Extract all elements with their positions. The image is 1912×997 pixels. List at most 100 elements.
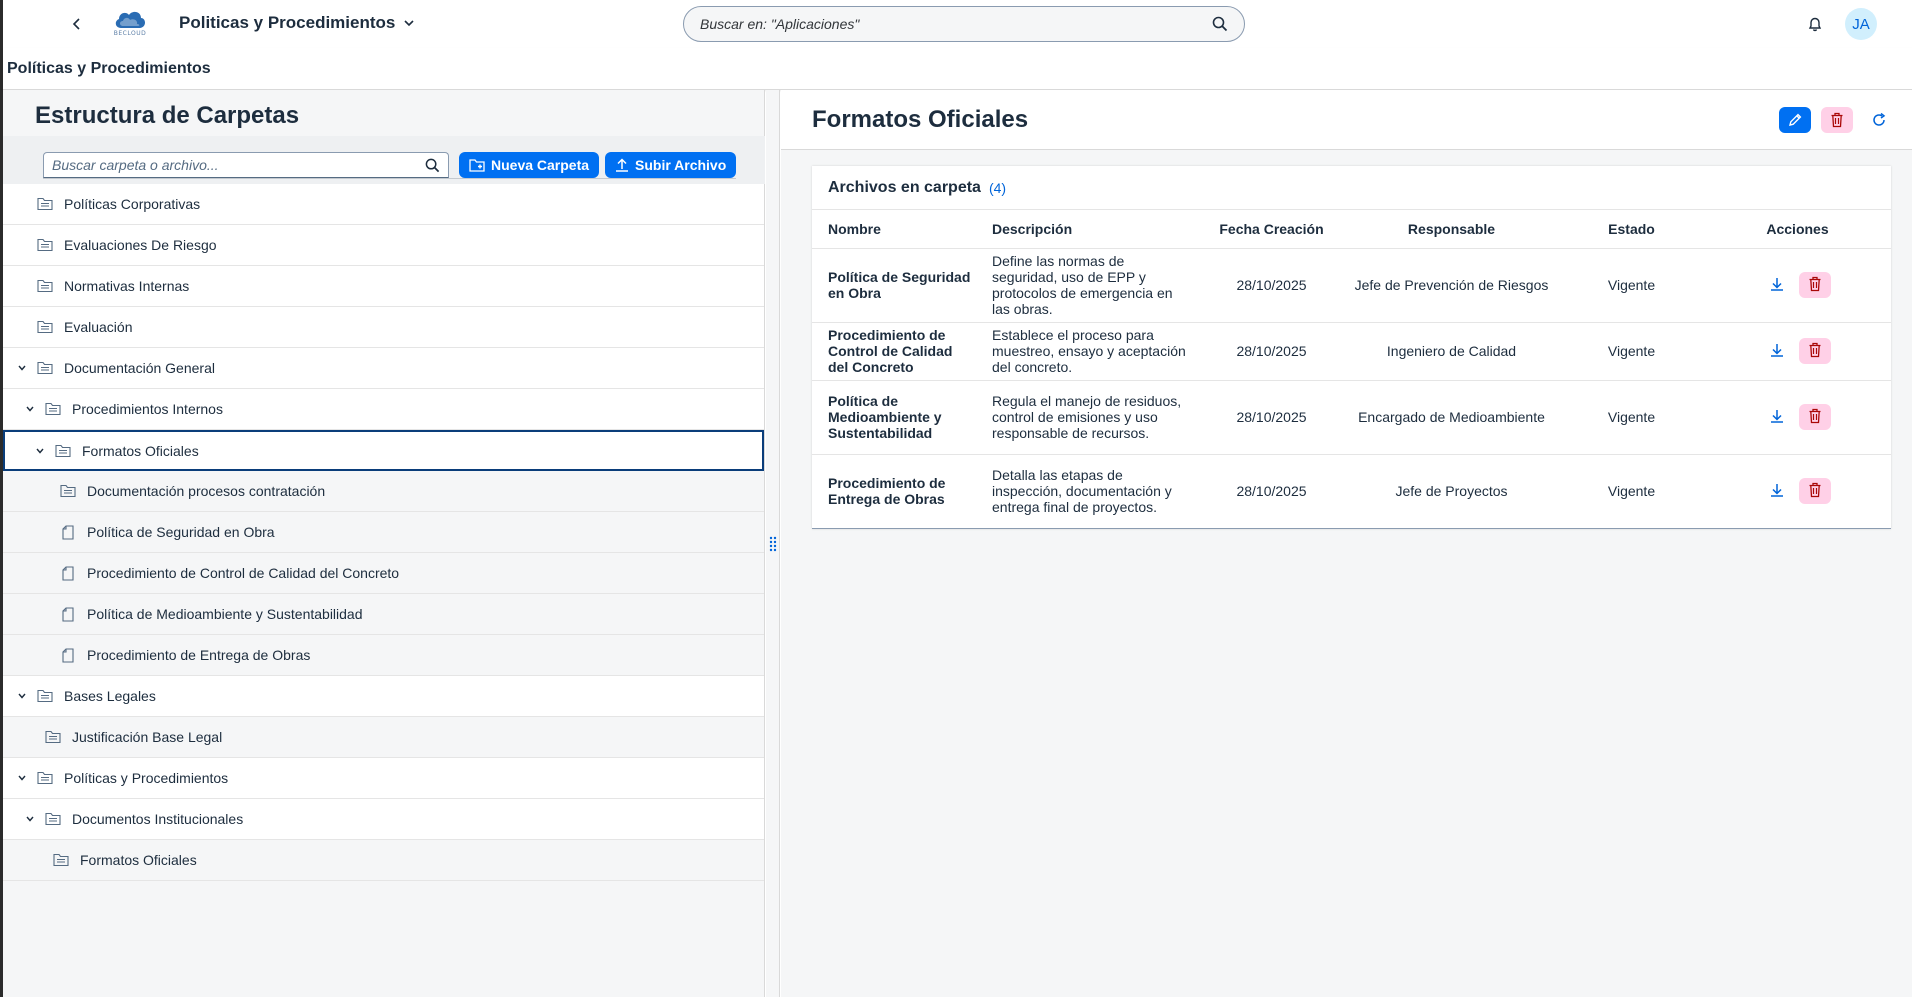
tree-item-folder[interactable]: Procedimientos Internos — [3, 389, 764, 430]
search-icon[interactable] — [1212, 16, 1228, 32]
trash-icon — [1808, 276, 1822, 295]
folder-detail-panel: Formatos Oficiales Archivos en carpeta (… — [781, 90, 1912, 997]
tree-item-label: Documentación General — [64, 360, 215, 376]
column-header-description[interactable]: Descripción — [984, 210, 1199, 249]
tree-item-folder[interactable]: Bases Legales — [3, 676, 764, 717]
chevron-down-icon[interactable] — [33, 444, 47, 458]
tree-search-input[interactable] — [52, 157, 425, 173]
logo-text: BECLOUD — [113, 30, 147, 37]
files-card: Archivos en carpeta (4) Nombre Descripci… — [812, 166, 1891, 529]
file-actions — [1704, 248, 1891, 323]
notifications-button[interactable] — [1803, 12, 1827, 36]
tree-item-file[interactable]: Política de Medioambiente y Sustentabili… — [3, 594, 764, 635]
delete-folder-button[interactable] — [1821, 107, 1853, 133]
tree-item-label: Justificación Base Legal — [72, 729, 223, 745]
tree-item-file[interactable]: Política de Seguridad en Obra — [3, 512, 764, 553]
tree-item-folder[interactable]: Políticas y Procedimientos — [3, 758, 764, 799]
download-icon — [1769, 276, 1785, 295]
search-icon[interactable] — [425, 158, 440, 173]
folder-icon — [59, 482, 77, 500]
back-button[interactable] — [65, 12, 89, 36]
files-table: Nombre Descripción Fecha Creación Respon… — [812, 210, 1891, 529]
folder-structure-title: Estructura de Carpetas — [35, 102, 300, 129]
shell-search-input[interactable] — [700, 16, 1212, 32]
tree-item-folder[interactable]: Formatos Oficiales — [3, 430, 764, 471]
chevron-down-icon[interactable] — [23, 402, 37, 416]
download-button[interactable] — [1765, 405, 1789, 429]
file-actions — [1704, 380, 1891, 455]
tree-item-folder[interactable]: Documentación procesos contratación — [3, 471, 764, 512]
download-button[interactable] — [1765, 479, 1789, 503]
edit-folder-button[interactable] — [1779, 107, 1811, 133]
drag-handle-icon[interactable] — [769, 536, 777, 552]
column-header-name[interactable]: Nombre — [812, 210, 984, 249]
chevron-down-icon[interactable] — [15, 361, 29, 375]
tree-item-label: Bases Legales — [64, 688, 156, 704]
column-header-owner[interactable]: Responsable — [1344, 210, 1559, 249]
tree-item-folder[interactable]: Evaluación — [3, 307, 764, 348]
chevron-down-icon[interactable] — [23, 812, 37, 826]
tree-item-folder[interactable]: Formatos Oficiales — [3, 840, 764, 881]
tree-item-folder[interactable]: Justificación Base Legal — [3, 717, 764, 758]
tree-item-folder[interactable]: Normativas Internas — [3, 266, 764, 307]
tree-item-label: Documentación procesos contratación — [87, 483, 326, 499]
download-icon — [1769, 482, 1785, 501]
file-description: Define las normas de seguridad, uso de E… — [984, 248, 1199, 323]
file-status: Vigente — [1559, 380, 1704, 455]
trash-icon — [1808, 408, 1822, 427]
delete-file-button[interactable] — [1798, 478, 1831, 504]
panel-splitter[interactable] — [766, 90, 780, 997]
download-button[interactable] — [1765, 339, 1789, 363]
file-description: Establece el proceso para muestreo, ensa… — [984, 322, 1199, 381]
table-row[interactable]: Procedimiento de Control de Calidad del … — [812, 322, 1891, 381]
table-row[interactable]: Procedimiento de Entrega de Obras Detalla… — [812, 454, 1891, 529]
file-date: 28/10/2025 — [1199, 380, 1344, 455]
download-icon — [1769, 408, 1785, 427]
tree-item-file[interactable]: Procedimiento de Control de Calidad del … — [3, 553, 764, 594]
toolbar-divider — [43, 178, 736, 179]
delete-file-button[interactable] — [1798, 272, 1831, 298]
table-row[interactable]: Política de Medioambiente y Sustentabili… — [812, 380, 1891, 455]
tree-item-file[interactable]: Procedimiento de Entrega de Obras — [3, 635, 764, 676]
column-header-date[interactable]: Fecha Creación — [1199, 210, 1344, 249]
folder-icon — [36, 687, 54, 705]
folder-icon — [54, 442, 72, 460]
delete-file-button[interactable] — [1798, 338, 1831, 364]
trash-icon — [1808, 342, 1822, 361]
tree-item-label: Formatos Oficiales — [80, 852, 197, 868]
tree-item-label: Políticas y Procedimientos — [64, 770, 229, 786]
folder-detail-header: Formatos Oficiales — [781, 90, 1912, 150]
folder-icon — [44, 400, 62, 418]
upload-file-button[interactable]: Subir Archivo — [605, 152, 737, 178]
chevron-down-icon[interactable] — [15, 771, 29, 785]
document-icon — [59, 564, 77, 582]
user-avatar[interactable]: JA — [1845, 8, 1877, 40]
table-row[interactable]: Política de Seguridad en Obra Define las … — [812, 248, 1891, 323]
page-title: Políticas y Procedimientos — [7, 60, 211, 77]
tree-item-folder[interactable]: Políticas Corporativas — [3, 184, 764, 225]
tree-item-label: Política de Medioambiente y Sustentabili… — [87, 606, 363, 622]
app-title-menu[interactable]: Politicas y Procedimientos — [179, 13, 415, 33]
tree-item-label: Formatos Oficiales — [82, 442, 199, 459]
document-icon — [59, 646, 77, 664]
tree-item-folder[interactable]: Evaluaciones De Riesgo — [3, 225, 764, 266]
tree-item-folder[interactable]: Documentación General — [3, 348, 764, 389]
download-button[interactable] — [1765, 273, 1789, 297]
new-folder-button[interactable]: Nueva Carpeta — [459, 152, 600, 178]
file-name: Política de Seguridad en Obra — [812, 248, 984, 323]
trash-icon — [1831, 112, 1843, 128]
refresh-button[interactable] — [1863, 107, 1895, 133]
file-name: Procedimiento de Entrega de Obras — [812, 454, 984, 529]
upload-file-label: Subir Archivo — [635, 157, 727, 173]
page-header: Políticas y Procedimientos — [3, 48, 1912, 90]
file-actions — [1704, 322, 1891, 381]
cloud-logo-icon — [115, 11, 145, 28]
chevron-down-icon[interactable] — [15, 689, 29, 703]
tree-item-folder[interactable]: Documentos Institucionales — [3, 799, 764, 840]
column-header-status[interactable]: Estado — [1559, 210, 1704, 249]
file-name: Procedimiento de Control de Calidad del … — [812, 322, 984, 381]
delete-file-button[interactable] — [1798, 404, 1831, 430]
new-folder-label: Nueva Carpeta — [491, 157, 590, 173]
tree-item-label: Documentos Institucionales — [72, 811, 244, 827]
folder-detail-title: Formatos Oficiales — [812, 106, 1029, 133]
